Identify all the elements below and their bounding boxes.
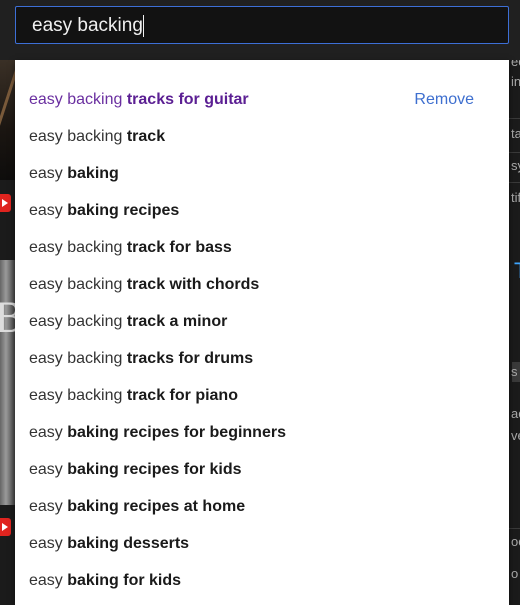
edge-text: ec [511,60,520,69]
suggestion-typed-text: easy [29,498,68,515]
video-thumbnail[interactable] [0,60,20,180]
suggestion-completion-text: baking [67,165,119,182]
search-query-text: easy backing [32,15,143,36]
masthead: easy backing [0,0,520,60]
search-query: easy backing [32,15,144,37]
edge-text: ac [511,406,520,421]
suggestion-completion-text: baking recipes for kids [67,461,242,478]
suggestion-completion-text: track for piano [126,387,238,404]
suggestion-completion-text: track [126,128,166,145]
suggestion-completion-text: track for bass [126,239,232,256]
suggestion-typed-text: easy [29,572,68,589]
edge-text: oc [511,534,520,549]
suggestion-completion-text: tracks for drums [126,350,254,367]
text-caret [142,15,144,37]
suggestion-typed-text: easy backing [29,387,127,404]
edge-text: tif [511,190,520,205]
suggestion-typed-text: easy [29,424,68,441]
suggestion-completion-text: tracks for guitar [126,91,249,108]
suggestion-item[interactable]: easy baking desserts [15,525,509,562]
suggestion-item[interactable]: easy backing track for piano [15,377,509,414]
suggestion-typed-text: easy [29,165,68,182]
suggestion-typed-text: easy [29,461,68,478]
play-icon [0,194,11,212]
edge-text: ve [511,428,520,443]
edge-text: sy [511,158,520,173]
suggestion-typed-text: easy backing [29,239,127,256]
search-suggestions-dropdown: easy backing tracks for guitar Remove ea… [15,60,509,605]
background-video-thumbnails: B [0,60,23,605]
suggestion-typed-text: easy backing [29,313,127,330]
suggestion-item[interactable]: easy baking recipes [15,192,509,229]
suggestion-completion-text: baking recipes [67,202,180,219]
video-thumbnail[interactable]: B [0,260,23,505]
suggestion-typed-text: easy backing [29,128,127,145]
remove-suggestion-button[interactable]: Remove [414,81,474,118]
edge-text: s [511,364,518,379]
suggestion-item[interactable]: easy backing tracks for guitar Remove [15,81,509,118]
suggestion-completion-text: baking recipes for beginners [67,424,286,441]
suggestion-typed-text: easy backing [29,91,127,108]
suggestion-item[interactable]: easy baking recipes for beginners [15,414,509,451]
edge-text: o [511,566,519,581]
suggestion-typed-text: easy backing [29,276,127,293]
suggestion-item[interactable]: easy baking recipes for kids [15,451,509,488]
edge-text: in [511,74,520,89]
app-window: B ec in ta sy tif T s ac ve oc o easy ba… [0,0,520,605]
suggestion-completion-text: baking recipes at home [67,498,246,515]
suggestion-item[interactable]: easy backing track a minor [15,303,509,340]
suggestion-typed-text: easy [29,535,68,552]
suggestion-item[interactable]: easy backing track with chords [15,266,509,303]
suggestion-completion-text: track with chords [126,276,260,293]
suggestion-item[interactable]: easy baking for kids [15,562,509,599]
suggestion-typed-text: easy [29,202,68,219]
suggestion-typed-text: easy backing [29,350,127,367]
suggestion-completion-text: baking for kids [67,572,182,589]
suggestion-item[interactable]: easy backing track [15,118,509,155]
suggestion-item[interactable]: easy backing tracks for drums [15,340,509,377]
edge-text: T [514,258,520,284]
suggestion-item[interactable]: easy baking [15,155,509,192]
background-page-edge: ec in ta sy tif T s ac ve oc o [509,60,520,605]
suggestion-item[interactable]: easy baking recipes at home [15,488,509,525]
edge-text: ta [511,126,520,141]
suggestion-completion-text: baking desserts [67,535,190,552]
suggestion-completion-text: track a minor [126,313,228,330]
suggestion-item[interactable]: easy backing track for bass [15,229,509,266]
search-input[interactable]: easy backing [15,6,509,44]
play-icon [0,518,11,536]
